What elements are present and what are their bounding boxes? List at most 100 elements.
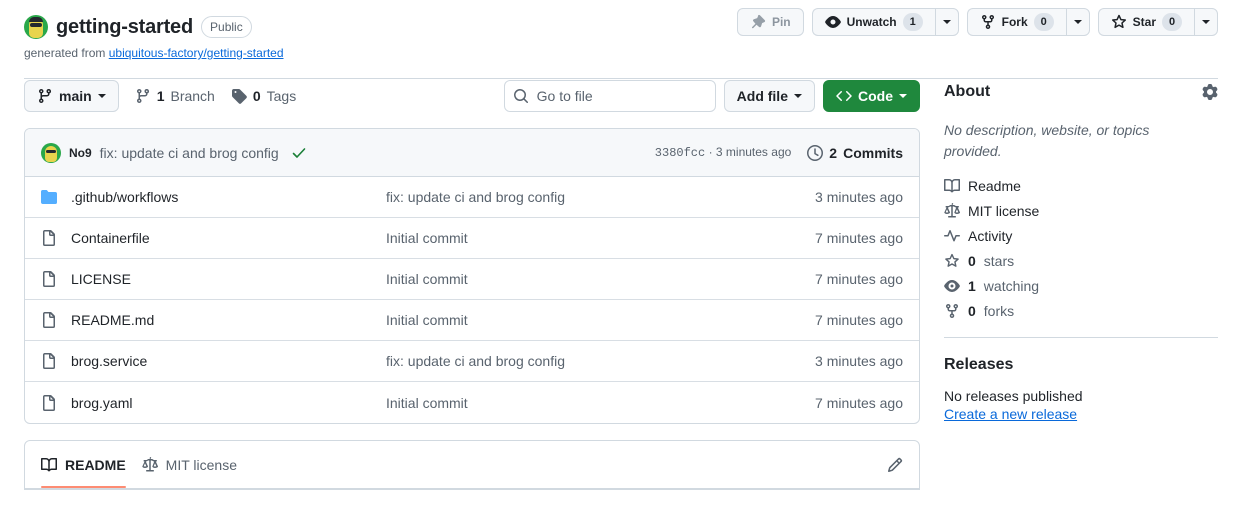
- file-commit-time: 7 minutes ago: [815, 394, 903, 411]
- pin-button[interactable]: Pin: [736, 8, 804, 36]
- watch-button[interactable]: Unwatch 1: [811, 8, 935, 36]
- check-icon[interactable]: [291, 145, 307, 161]
- star-dropdown-button[interactable]: [1194, 8, 1218, 36]
- commit-time: 3 minutes ago: [715, 145, 792, 159]
- readme-tabs: README MIT license: [25, 441, 919, 489]
- sidebar-item-readme[interactable]: Readme: [944, 178, 1218, 194]
- latest-commit-bar: No9 fix: update ci and brog config 3380f…: [25, 129, 919, 177]
- table-row[interactable]: .github/workflows fix: update ci and bro…: [25, 177, 919, 218]
- table-row[interactable]: Containerfile Initial commit 7 minutes a…: [25, 218, 919, 259]
- file-icon: [41, 230, 57, 246]
- table-row[interactable]: README.md Initial commit 7 minutes ago: [25, 300, 919, 341]
- generated-from-label: generated from: [24, 46, 106, 60]
- file-name[interactable]: brog.service: [71, 353, 386, 369]
- file-commit-time: 7 minutes ago: [815, 312, 903, 328]
- file-icon: [41, 394, 57, 411]
- forks-count: 0: [968, 303, 976, 319]
- chevron-down-icon: [899, 94, 907, 98]
- fork-label: Fork: [1001, 15, 1028, 29]
- sidebar-item-license[interactable]: MIT license: [944, 203, 1218, 219]
- edit-pencil-icon[interactable]: [887, 457, 903, 473]
- commit-meta: 3380fcc · 3 minutes ago 2 Commits: [655, 144, 903, 161]
- go-to-file-search[interactable]: t: [503, 80, 731, 112]
- star-label: Star: [1132, 15, 1156, 29]
- file-icon: [41, 353, 57, 369]
- generated-from-link[interactable]: ubiquitous-factory/getting-started: [109, 46, 284, 60]
- main-column: main 1 Branch 0 Tags Go to file Add file…: [24, 80, 920, 490]
- branch-selector[interactable]: main: [24, 80, 119, 112]
- table-row[interactable]: LICENSE Initial commit 7 minutes ago: [25, 259, 919, 300]
- fork-dropdown-button[interactable]: [1065, 8, 1090, 36]
- sidebar-item-forks[interactable]: 0 forks: [944, 303, 1218, 319]
- file-icon: [41, 271, 57, 287]
- table-row[interactable]: brog.yaml Initial commit 7 minutes ago: [25, 382, 919, 423]
- sidebar-license-label: MIT license: [968, 203, 1040, 219]
- ref-stats: 1 Branch 0 Tags: [135, 88, 296, 104]
- search-input[interactable]: [536, 88, 718, 104]
- page-title[interactable]: getting-started: [56, 16, 193, 39]
- generated-from: generated from ubiquitous-factory/gettin…: [24, 46, 1218, 60]
- book-icon: [944, 178, 960, 194]
- file-icon: [41, 312, 57, 328]
- file-commit-message[interactable]: Initial commit: [386, 312, 815, 328]
- commit-author[interactable]: No9: [69, 146, 92, 160]
- visibility-badge: Public: [201, 16, 252, 38]
- add-file-label: Add file: [736, 88, 788, 104]
- file-commit-message[interactable]: Initial commit: [386, 395, 815, 411]
- file-name[interactable]: LICENSE: [71, 271, 386, 287]
- header-divider: [24, 78, 1218, 79]
- commit-hash[interactable]: 3380fcc: [655, 146, 705, 160]
- file-commit-time: 3 minutes ago: [815, 189, 903, 205]
- watch-dropdown-button[interactable]: [934, 8, 959, 36]
- file-name[interactable]: .github/workflows: [71, 189, 386, 205]
- commits-history-link[interactable]: 2 Commits: [807, 144, 903, 161]
- sidebar-item-stars[interactable]: 0 stars: [944, 253, 1218, 269]
- create-release-link[interactable]: Create a new release: [944, 406, 1218, 422]
- about-header: About: [944, 80, 1218, 104]
- releases-title: Releases: [944, 356, 1014, 373]
- sidebar-item-activity[interactable]: Activity: [944, 228, 1218, 244]
- owner-avatar[interactable]: [24, 15, 48, 39]
- chevron-down-icon: [794, 94, 802, 98]
- code-label: Code: [858, 88, 893, 104]
- code-button[interactable]: Code: [823, 80, 920, 112]
- file-name[interactable]: Containerfile: [71, 230, 386, 246]
- gear-icon[interactable]: [1202, 84, 1218, 100]
- fork-button[interactable]: Fork 0: [966, 8, 1066, 36]
- commits-label: Commits: [843, 144, 903, 161]
- file-commit-message[interactable]: Initial commit: [386, 230, 815, 246]
- fork-button-group: Fork 0: [966, 8, 1090, 36]
- file-name[interactable]: brog.yaml: [71, 395, 386, 411]
- watch-label: Unwatch: [846, 15, 897, 29]
- pin-label: Pin: [771, 15, 791, 29]
- watch-count: 1: [902, 13, 923, 31]
- history-icon: [807, 144, 824, 161]
- file-commit-message[interactable]: fix: update ci and brog config: [386, 353, 815, 369]
- tag-count-link[interactable]: 0 Tags: [231, 88, 296, 104]
- sidebar-activity-label: Activity: [968, 228, 1013, 244]
- file-name[interactable]: README.md: [71, 312, 386, 328]
- branch-count: 1: [156, 88, 165, 104]
- file-table: No9 fix: update ci and brog config 3380f…: [24, 128, 920, 424]
- fork-icon: [944, 303, 960, 319]
- tab-license[interactable]: MIT license: [142, 441, 237, 488]
- tab-readme[interactable]: README: [41, 441, 126, 488]
- sidebar-item-watching[interactable]: 1 watching: [944, 278, 1218, 294]
- branch-count-link[interactable]: 1 Branch: [135, 88, 215, 104]
- branch-icon: [37, 88, 53, 104]
- search-icon: [513, 88, 529, 104]
- pin-icon: [750, 14, 766, 30]
- file-commit-time: 7 minutes ago: [815, 271, 903, 287]
- commit-message[interactable]: fix: update ci and brog config: [100, 145, 279, 161]
- file-commit-message[interactable]: fix: update ci and brog config: [386, 189, 815, 205]
- table-row[interactable]: brog.service fix: update ci and brog con…: [25, 341, 919, 382]
- file-commit-message[interactable]: Initial commit: [386, 271, 815, 287]
- commit-meta-separator: ·: [708, 145, 713, 159]
- repository-actions: Pin Unwatch 1 Fork 0 Star 0: [736, 8, 1218, 36]
- toolbar-right: t Add file Code: [503, 80, 920, 112]
- eye-icon: [824, 14, 841, 30]
- branch-icon: [135, 88, 151, 104]
- star-button[interactable]: Star 0: [1097, 8, 1194, 36]
- add-file-button[interactable]: Add file: [723, 80, 815, 112]
- commit-author-avatar[interactable]: [41, 142, 61, 163]
